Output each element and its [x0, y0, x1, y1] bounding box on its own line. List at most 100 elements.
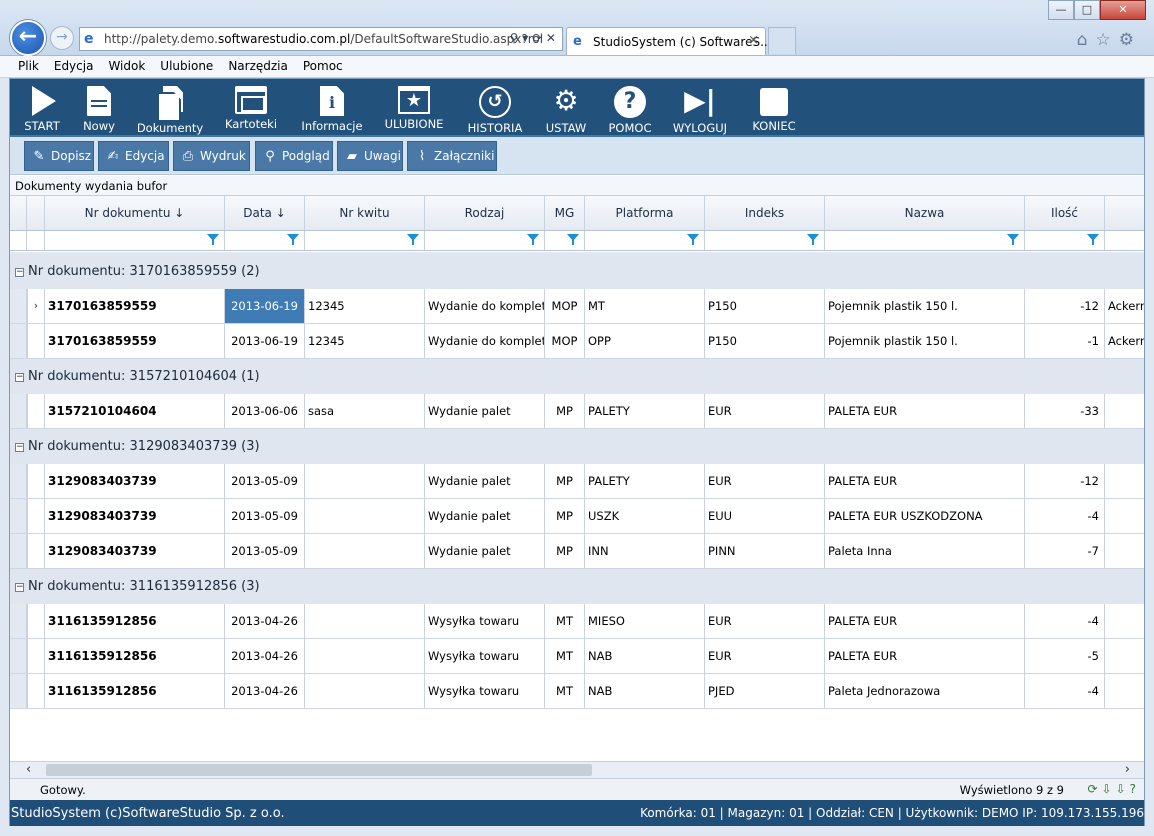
cell-mg[interactable]: MOP: [545, 289, 585, 323]
table-row[interactable]: 3170163859559 2013-06-19 12345 Wydanie d…: [10, 324, 1144, 359]
cell-ilosc[interactable]: -4: [1025, 674, 1105, 708]
cell-nazwa[interactable]: Pojemnik plastik 150 l.: [825, 324, 1025, 358]
header-mg[interactable]: MG: [545, 196, 585, 230]
cell-nr-dokumentu[interactable]: 3157210104604: [45, 394, 225, 428]
cell-data[interactable]: 2013-06-19: [225, 289, 305, 323]
cell-data[interactable]: 2013-04-26: [225, 674, 305, 708]
url-text[interactable]: http://palety.demo.softwarestudio.com.pl…: [104, 32, 543, 46]
toolbar-historia[interactable]: ↺ HISTORIA: [462, 79, 528, 135]
filter-icon[interactable]: [287, 234, 299, 246]
scroll-left-icon[interactable]: ‹: [26, 762, 31, 777]
table-row[interactable]: 3116135912856 2013-04-26 Wysyłka towaru …: [10, 674, 1144, 709]
cell-indeks[interactable]: EUU: [705, 499, 825, 533]
filter-nr-dokumentu[interactable]: [45, 231, 225, 250]
filter-nr-kwitu[interactable]: [305, 231, 425, 250]
cell-nazwa[interactable]: PALETA EUR: [825, 639, 1025, 673]
filter-icon[interactable]: [407, 234, 419, 246]
filter-indeks[interactable]: [705, 231, 825, 250]
row-selector[interactable]: ›: [27, 289, 45, 323]
new-tab-button[interactable]: [768, 27, 796, 54]
row-selector[interactable]: [27, 639, 45, 673]
cell-nr-dokumentu[interactable]: 3170163859559: [45, 324, 225, 358]
row-selector[interactable]: [27, 604, 45, 638]
filter-icon[interactable]: [1007, 234, 1019, 246]
row-selector[interactable]: [27, 394, 45, 428]
table-row[interactable]: 3157210104604 2013-06-06 sasa Wydanie pa…: [10, 394, 1144, 429]
cell-nazwa[interactable]: Paleta Jednorazowa: [825, 674, 1025, 708]
header-nr-dokumentu[interactable]: Nr dokumentu ↓: [45, 196, 225, 230]
cell-nr-dokumentu[interactable]: 3170163859559: [45, 289, 225, 323]
cell-extra[interactable]: [1105, 534, 1144, 568]
cell-nazwa[interactable]: Paleta Inna: [825, 534, 1025, 568]
home-favorites-settings-icons[interactable]: ⌂☆⚙: [1077, 30, 1142, 50]
filter-mg[interactable]: [545, 231, 585, 250]
cell-nr-kwitu[interactable]: 12345: [305, 289, 425, 323]
cell-data[interactable]: 2013-05-09: [225, 534, 305, 568]
cell-data[interactable]: 2013-04-26: [225, 639, 305, 673]
cell-ilosc[interactable]: -12: [1025, 464, 1105, 498]
cell-indeks[interactable]: PINN: [705, 534, 825, 568]
menu-narzedzia[interactable]: Narzędzia: [220, 56, 295, 73]
filter-ilosc[interactable]: [1025, 231, 1105, 250]
cell-nr-kwitu[interactable]: [305, 639, 425, 673]
toolbar-pomoc[interactable]: ? POMOC: [606, 79, 654, 135]
edycja-button[interactable]: ✍ Edycja: [98, 141, 169, 171]
filter-nazwa[interactable]: [825, 231, 1025, 250]
cell-rodzaj[interactable]: Wydanie palet: [425, 499, 545, 533]
cell-extra[interactable]: [1105, 394, 1144, 428]
cell-indeks[interactable]: PJED: [705, 674, 825, 708]
cell-ilosc[interactable]: -33: [1025, 394, 1105, 428]
header-ilosc[interactable]: Ilość: [1025, 196, 1105, 230]
cell-indeks[interactable]: P150: [705, 289, 825, 323]
cell-rodzaj[interactable]: Wydanie do komplet: [425, 324, 545, 358]
cell-nr-kwitu[interactable]: sasa: [305, 394, 425, 428]
cell-mg[interactable]: MOP: [545, 324, 585, 358]
cell-data[interactable]: 2013-05-09: [225, 499, 305, 533]
filter-platforma[interactable]: [585, 231, 705, 250]
zalaczniki-button[interactable]: ⌇ Załączniki: [407, 141, 497, 171]
header-extra[interactable]: [1105, 196, 1144, 230]
cell-extra[interactable]: [1105, 464, 1144, 498]
cell-data[interactable]: 2013-04-26: [225, 604, 305, 638]
cell-platforma[interactable]: MT: [585, 289, 705, 323]
row-selector[interactable]: [27, 324, 45, 358]
row-selector[interactable]: [27, 674, 45, 708]
back-button[interactable]: ←: [10, 20, 46, 56]
cell-extra[interactable]: [1105, 499, 1144, 533]
header-rodzaj[interactable]: Rodzaj: [425, 196, 545, 230]
header-nazwa[interactable]: Nazwa: [825, 196, 1025, 230]
menu-pomoc[interactable]: Pomoc: [295, 56, 350, 73]
cell-rodzaj[interactable]: Wydanie palet: [425, 394, 545, 428]
forward-button[interactable]: →: [50, 26, 74, 50]
cell-rodzaj[interactable]: Wydanie palet: [425, 464, 545, 498]
search-icon[interactable]: ⚲ ▾ ⟳ ✕: [510, 31, 556, 45]
collapse-icon[interactable]: −: [15, 583, 24, 592]
cell-mg[interactable]: MT: [545, 674, 585, 708]
cell-nr-kwitu[interactable]: 12345: [305, 324, 425, 358]
table-row[interactable]: 3129083403739 2013-05-09 Wydanie palet M…: [10, 534, 1144, 569]
cell-nr-kwitu[interactable]: [305, 464, 425, 498]
cell-platforma[interactable]: USZK: [585, 499, 705, 533]
cell-platforma[interactable]: NAB: [585, 639, 705, 673]
cell-rodzaj[interactable]: Wysyłka towaru: [425, 604, 545, 638]
cell-extra[interactable]: Ackerm: [1105, 324, 1144, 358]
cell-nr-kwitu[interactable]: [305, 534, 425, 568]
table-row[interactable]: 3116135912856 2013-04-26 Wysyłka towaru …: [10, 604, 1144, 639]
cell-ilosc[interactable]: -1: [1025, 324, 1105, 358]
status-action-icons[interactable]: ⟳⇩⇩?: [1087, 782, 1140, 796]
cell-nr-kwitu[interactable]: [305, 604, 425, 638]
toolbar-ustaw[interactable]: ⚙ USTAW: [542, 79, 590, 136]
cell-rodzaj[interactable]: Wysyłka towaru: [425, 639, 545, 673]
row-selector[interactable]: [27, 499, 45, 533]
cell-platforma[interactable]: OPP: [585, 324, 705, 358]
toolbar-start[interactable]: START: [18, 79, 66, 135]
toolbar-nowy[interactable]: Nowy: [78, 79, 120, 135]
close-window-button[interactable]: ✕: [1100, 0, 1146, 20]
row-selector[interactable]: [27, 534, 45, 568]
header-nr-kwitu[interactable]: Nr kwitu: [305, 196, 425, 230]
toolbar-ulubione[interactable]: ★ ULUBIONE: [382, 79, 446, 135]
collapse-icon[interactable]: −: [15, 268, 24, 277]
header-platforma[interactable]: Platforma: [585, 196, 705, 230]
cell-rodzaj[interactable]: Wydanie do komplet: [425, 289, 545, 323]
cell-mg[interactable]: MP: [545, 394, 585, 428]
